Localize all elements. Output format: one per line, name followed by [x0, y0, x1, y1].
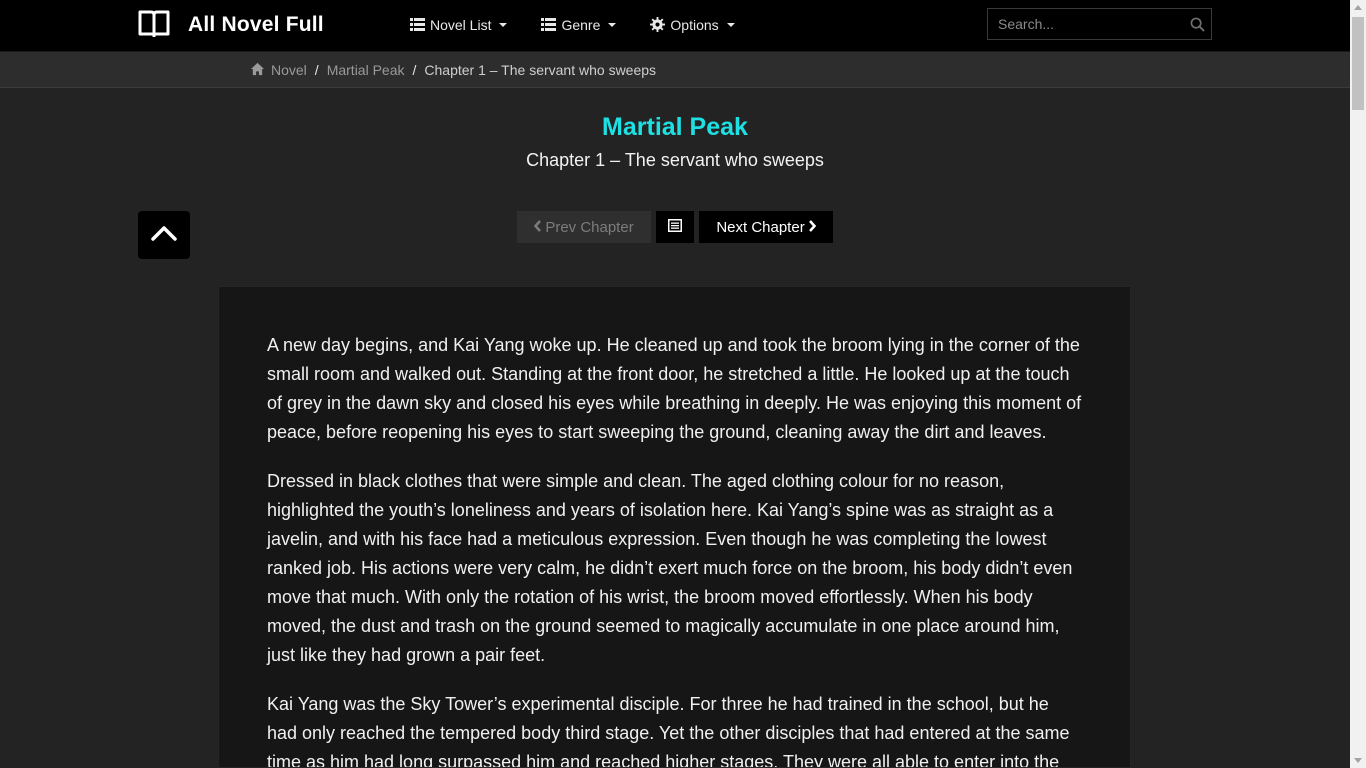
chapter-title: Chapter 1 – The servant who sweeps	[526, 150, 824, 170]
home-icon[interactable]	[250, 62, 265, 79]
caret-down-icon	[499, 23, 508, 27]
breadcrumb-home-link[interactable]: Novel	[271, 62, 307, 78]
brand-logo-link[interactable]: All Novel Full	[138, 10, 324, 40]
chapter-paragraph: Dressed in black clothes that were simpl…	[267, 471, 1073, 665]
chapter-paragraph: Kai Yang was the Sky Tower’s experimenta…	[267, 694, 1070, 768]
breadcrumb-separator: /	[412, 62, 417, 78]
book-icon	[138, 9, 170, 42]
prev-chapter-label: Prev Chapter	[545, 218, 634, 236]
search-input[interactable]	[988, 9, 1183, 39]
breadcrumb-novel-link[interactable]: Martial Peak	[327, 62, 405, 78]
search-icon[interactable]	[1183, 17, 1211, 32]
chapter-paragraph: A new day begins, and Kai Yang woke up. …	[267, 335, 1082, 442]
nav-genre[interactable]: Genre	[541, 17, 617, 33]
chapter-nav: Prev Chapter Next Chapter	[517, 211, 833, 243]
search-box	[987, 8, 1212, 40]
breadcrumb-current: Chapter 1 – The servant who sweeps	[424, 62, 657, 78]
nav-novel-list[interactable]: Novel List	[410, 17, 508, 33]
novel-title[interactable]: Martial Peak	[0, 113, 1350, 142]
brand-name: All Novel Full	[188, 13, 324, 36]
top-navbar: All Novel Full Novel List Genre Options …	[0, 0, 1350, 52]
breadcrumb: Novel / Martial Peak / Chapter 1 – The s…	[250, 52, 656, 88]
chevron-up-icon	[150, 224, 178, 247]
nav-novel-list-label: Novel List	[430, 17, 492, 33]
next-chapter-label: Next Chapter	[716, 218, 805, 236]
nav-options-label: Options	[670, 17, 719, 33]
breadcrumb-separator: /	[314, 62, 319, 78]
list-alt-icon	[668, 218, 682, 236]
nav-options[interactable]: Options	[650, 16, 735, 34]
caret-down-icon	[726, 23, 735, 27]
back-to-top-button[interactable]	[138, 211, 190, 259]
prev-chapter-button[interactable]: Prev Chapter	[517, 211, 651, 243]
scroll-up-icon[interactable]	[1354, 5, 1362, 10]
chevron-right-icon	[808, 219, 816, 236]
caret-down-icon	[608, 23, 617, 27]
list-icon	[410, 17, 425, 33]
gear-icon	[650, 16, 666, 34]
chapter-content: A new day begins, and Kai Yang woke up. …	[218, 286, 1131, 768]
main-nav: Novel List Genre Options	[410, 0, 769, 50]
scroll-down-icon[interactable]	[1354, 758, 1362, 763]
page-scrollbar[interactable]	[1350, 0, 1366, 768]
chevron-left-icon	[534, 219, 542, 236]
next-chapter-button[interactable]: Next Chapter	[699, 211, 833, 243]
list-icon	[541, 17, 557, 33]
chapter-list-button[interactable]	[656, 211, 694, 243]
nav-genre-label: Genre	[561, 17, 601, 33]
scrollbar-thumb[interactable]	[1352, 17, 1364, 110]
breadcrumb-bar: Novel / Martial Peak / Chapter 1 – The s…	[0, 52, 1350, 88]
